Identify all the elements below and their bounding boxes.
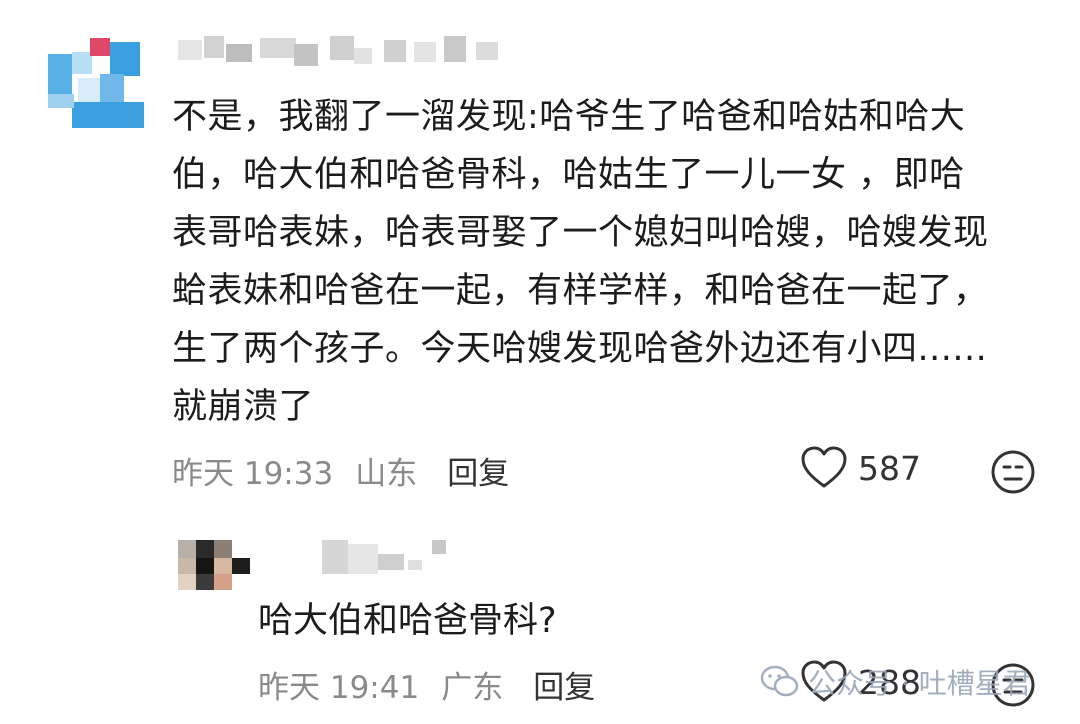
username-pixelated[interactable] xyxy=(178,36,508,76)
comment-meta: 昨天 19:33 山东 回复 xyxy=(172,448,509,493)
comment-line: 蛤表妹和哈爸在一起，有样学样，和哈爸在一起了， xyxy=(172,271,989,311)
comment-line: 就崩溃了 xyxy=(172,387,315,427)
reply-location: 广东 xyxy=(441,670,504,706)
like-button[interactable]: 587 xyxy=(800,446,921,490)
watermark: 公众号 · 吐槽星君 xyxy=(760,662,1031,702)
comment-line: 表哥哈表妹，哈表哥娶了一个媳妇叫哈嫂，哈嫂发现 xyxy=(172,213,989,253)
comment-line: 不是，我翻了一溜发现:哈爷生了哈爸和哈姑和哈大 xyxy=(172,97,966,137)
reply-time: 昨天 19:41 xyxy=(258,670,420,706)
reply-username-pixelated[interactable] xyxy=(322,540,452,576)
emoji-icon[interactable] xyxy=(990,449,1036,495)
reply-meta: 昨天 19:41 广东 回复 xyxy=(258,662,595,707)
comment-line: 伯，哈大伯和哈爸骨科，哈姑生了一儿一女 ，即哈 xyxy=(172,155,965,195)
watermark-text: 公众号 · 吐槽星君 xyxy=(808,667,1031,700)
reply-avatar[interactable] xyxy=(178,540,250,590)
like-count: 587 xyxy=(858,448,921,488)
comment-location: 山东 xyxy=(355,456,418,492)
avatar[interactable] xyxy=(48,38,148,128)
comment-line: 生了两个孩子。今天哈嫂发现哈爸外边还有小四...... xyxy=(172,329,988,369)
reply-button[interactable]: 回复 xyxy=(447,448,509,493)
reply-button[interactable]: 回复 xyxy=(533,662,595,707)
comment-text: 不是，我翻了一溜发现:哈爷生了哈爸和哈姑和哈大 伯，哈大伯和哈爸骨科，哈姑生了一… xyxy=(172,88,1052,436)
wechat-icon xyxy=(760,665,799,697)
comment-time: 昨天 19:33 xyxy=(172,456,334,492)
reply-text: 哈大伯和哈爸骨科? xyxy=(258,601,557,641)
heart-icon xyxy=(801,446,847,488)
